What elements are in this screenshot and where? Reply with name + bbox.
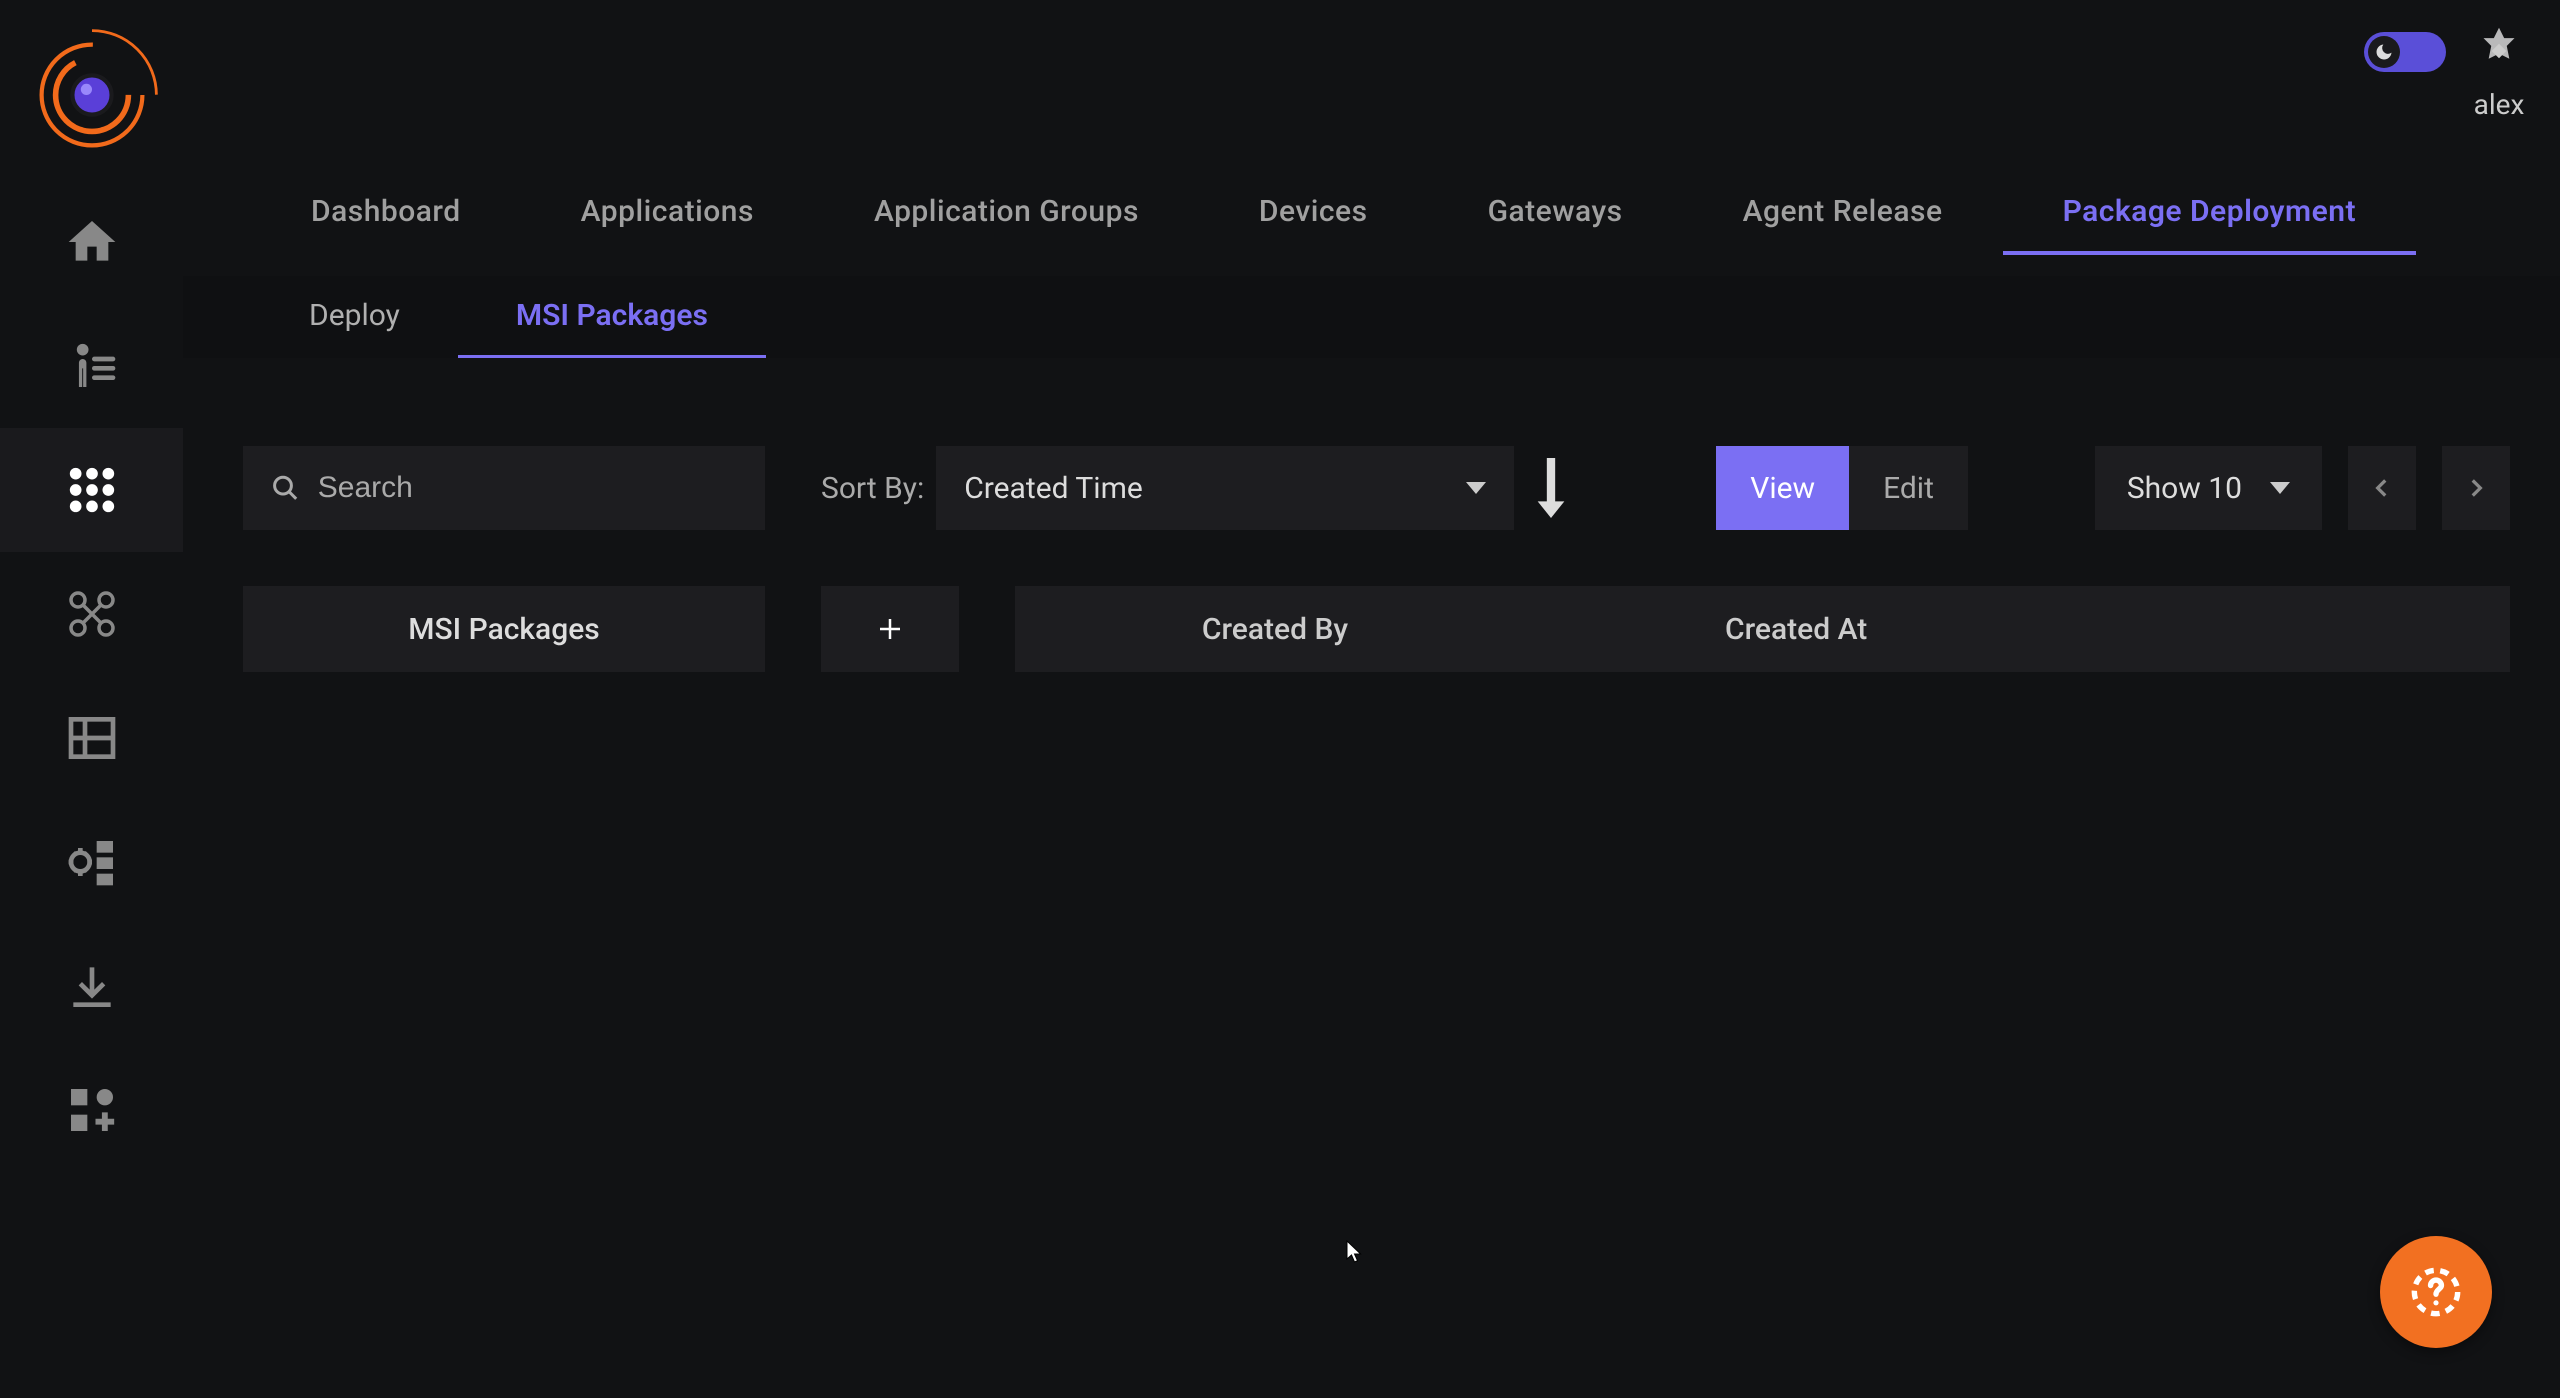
tab-agent-release[interactable]: Agent Release bbox=[1683, 172, 2003, 255]
moon-icon bbox=[2368, 36, 2400, 68]
pager: Show 10 bbox=[2095, 446, 2510, 530]
tab-applications[interactable]: Applications bbox=[521, 172, 814, 255]
sidebar-item-layout[interactable] bbox=[0, 676, 183, 800]
search-icon bbox=[271, 472, 300, 504]
user-name: alex bbox=[2474, 88, 2525, 121]
help-button[interactable] bbox=[2380, 1236, 2492, 1348]
sidebar-item-network[interactable] bbox=[0, 552, 183, 676]
sort-select[interactable]: Created Time bbox=[936, 446, 1514, 530]
chevron-down-icon bbox=[2270, 482, 2290, 494]
next-page-button[interactable] bbox=[2442, 446, 2510, 530]
tab-application-groups[interactable]: Application Groups bbox=[814, 172, 1199, 255]
prev-page-button[interactable] bbox=[2348, 446, 2416, 530]
add-package-button[interactable] bbox=[821, 586, 959, 672]
edit-button[interactable]: Edit bbox=[1849, 446, 1968, 530]
sidebar-item-settings[interactable] bbox=[0, 800, 183, 924]
sort-group: Sort By: Created Time bbox=[821, 446, 1576, 530]
content: Sort By: Created Time View Edit Show 10 bbox=[183, 358, 2560, 1398]
page-size-label: Show 10 bbox=[2127, 471, 2242, 506]
column-created-at: Created At bbox=[1535, 612, 2510, 647]
avatar-icon bbox=[2468, 20, 2530, 82]
sidebar bbox=[0, 0, 183, 1398]
sidebar-item-apps[interactable] bbox=[0, 428, 183, 552]
help-icon bbox=[2410, 1266, 2462, 1318]
header-user: alex bbox=[2364, 20, 2530, 121]
top-nav: Dashboard Applications Application Group… bbox=[183, 172, 2560, 255]
subtab-msi-packages[interactable]: MSI Packages bbox=[458, 276, 766, 359]
sidebar-item-widgets[interactable] bbox=[0, 1048, 183, 1172]
sidebar-item-home[interactable] bbox=[0, 180, 183, 304]
tab-package-deployment[interactable]: Package Deployment bbox=[2003, 172, 2417, 255]
sidebar-item-users[interactable] bbox=[0, 304, 183, 428]
search-input[interactable] bbox=[318, 471, 737, 505]
dark-mode-toggle[interactable] bbox=[2364, 32, 2446, 72]
chevron-right-icon bbox=[2463, 475, 2489, 501]
app-logo[interactable] bbox=[17, 20, 167, 170]
tab-devices[interactable]: Devices bbox=[1199, 172, 1428, 255]
table-columns: Created By Created At bbox=[1015, 586, 2510, 672]
subtab-deploy[interactable]: Deploy bbox=[251, 276, 458, 359]
column-created-by: Created By bbox=[1015, 612, 1535, 647]
table-header: MSI Packages Created By Created At bbox=[243, 586, 2510, 672]
arrow-down-icon bbox=[1531, 453, 1571, 523]
sidebar-item-download[interactable] bbox=[0, 924, 183, 1048]
tab-dashboard[interactable]: Dashboard bbox=[251, 172, 521, 255]
sort-label: Sort By: bbox=[821, 471, 924, 506]
page-size-select[interactable]: Show 10 bbox=[2095, 446, 2322, 530]
chevron-down-icon bbox=[1466, 482, 1486, 494]
sort-value: Created Time bbox=[964, 471, 1143, 506]
plus-icon bbox=[875, 614, 905, 644]
sub-nav: Deploy MSI Packages bbox=[183, 276, 2560, 360]
view-edit-group: View Edit bbox=[1716, 446, 1968, 530]
user-menu[interactable]: alex bbox=[2468, 20, 2530, 121]
chevron-left-icon bbox=[2369, 475, 2395, 501]
tab-gateways[interactable]: Gateways bbox=[1428, 172, 1683, 255]
view-button[interactable]: View bbox=[1716, 446, 1849, 530]
sort-direction-button[interactable] bbox=[1526, 446, 1576, 530]
table-title: MSI Packages bbox=[243, 586, 765, 672]
toolbar: Sort By: Created Time View Edit Show 10 bbox=[243, 446, 2510, 530]
search-box[interactable] bbox=[243, 446, 765, 530]
